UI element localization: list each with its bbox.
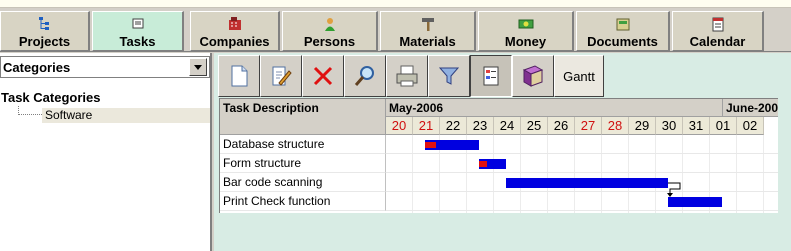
tab-label: Persons: [303, 34, 356, 49]
details-view-icon: [483, 66, 499, 86]
new-document-icon: [231, 65, 248, 87]
tree-item-software[interactable]: Software: [42, 108, 210, 123]
tab-label: Money: [504, 34, 547, 49]
delete-icon: [313, 66, 333, 86]
tab-money[interactable]: Money: [478, 11, 574, 51]
task-view-area: Gantt Task Description May-2006 June-200…: [214, 53, 791, 251]
tab-label: Calendar: [689, 34, 746, 49]
categories-combobox-value: Categories: [3, 60, 71, 75]
tab-companies[interactable]: Companies: [190, 11, 280, 51]
money-icon: [518, 19, 533, 29]
search-icon: [354, 66, 374, 86]
gantt-chart: Task Description May-2006 June-2006 2021…: [219, 98, 778, 213]
book-icon: [522, 65, 544, 87]
book-button[interactable]: [512, 55, 554, 97]
categories-combobox[interactable]: Categories: [0, 56, 210, 78]
tab-persons[interactable]: Persons: [282, 11, 378, 51]
main-navigation: Projects Tasks Companies Persons Materia…: [0, 9, 791, 52]
new-task-button[interactable]: [218, 55, 260, 97]
tab-tasks[interactable]: Tasks: [92, 11, 184, 51]
calendar-icon: [712, 17, 723, 32]
print-icon: [396, 65, 418, 87]
documents-icon: [616, 18, 629, 31]
gantt-view-button[interactable]: Gantt: [554, 55, 604, 97]
filter-icon: [438, 67, 460, 85]
delete-task-button[interactable]: [302, 55, 344, 97]
gantt-button-label: Gantt: [563, 69, 595, 84]
search-button[interactable]: [344, 55, 386, 97]
persons-icon: [324, 18, 335, 31]
tab-label: Tasks: [119, 34, 156, 49]
tab-label: Companies: [199, 34, 270, 49]
chevron-down-icon[interactable]: [189, 58, 207, 76]
tab-label: Projects: [18, 34, 71, 49]
tree-connector: [18, 106, 42, 115]
dependency-arrowhead: [667, 193, 673, 197]
filter-button[interactable]: [428, 55, 470, 97]
edit-icon: [272, 66, 292, 86]
companies-icon: [228, 17, 241, 30]
tree-root-task-categories[interactable]: Task Categories: [1, 90, 100, 105]
edit-task-button[interactable]: [260, 55, 302, 97]
tab-projects[interactable]: Projects: [0, 11, 90, 51]
materials-icon: [421, 18, 434, 31]
print-button[interactable]: [386, 55, 428, 97]
title-strip: [0, 0, 791, 8]
tasks-icon: [132, 18, 143, 29]
tab-calendar[interactable]: Calendar: [672, 11, 764, 51]
categories-panel: Categories Task Categories Software: [0, 53, 212, 251]
tab-materials[interactable]: Materials: [380, 11, 476, 51]
projects-icon: [38, 17, 49, 30]
tab-documents[interactable]: Documents: [576, 11, 670, 51]
tab-label: Materials: [399, 34, 456, 49]
dependency-connector: [667, 182, 681, 197]
tab-label: Documents: [587, 34, 658, 49]
details-view-button[interactable]: [470, 55, 512, 97]
